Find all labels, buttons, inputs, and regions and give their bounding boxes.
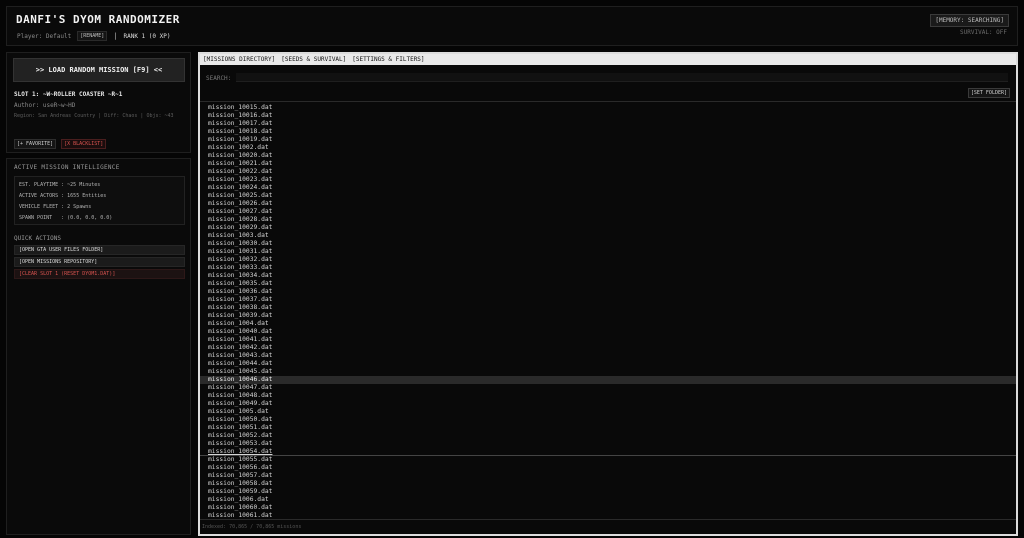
intel-panel: ACTIVE MISSION INTELLIGENCE EST. PLAYTIM… xyxy=(6,158,191,535)
mission-file-row[interactable]: mission_10029.dat xyxy=(200,224,1016,232)
index-status: Indexed: 70,865 / 70,865 missions xyxy=(200,519,1016,534)
mission-file-row[interactable]: mission_1002.dat xyxy=(200,144,1016,152)
mission-file-row[interactable]: mission_10019.dat xyxy=(200,136,1016,144)
mission-file-row[interactable]: mission_10015.dat xyxy=(200,104,1016,112)
mission-file-row[interactable]: mission_10060.dat xyxy=(200,504,1016,512)
blacklist-button[interactable]: [X BLACKLIST] xyxy=(61,139,107,149)
open-user-files-button[interactable]: [OPEN GTA USER FILES FOLDER] xyxy=(14,245,185,255)
mission-file-row[interactable]: mission_10051.dat xyxy=(200,424,1016,432)
slot-actions: [+ FAVORITE] [X BLACKLIST] xyxy=(14,139,107,149)
mission-file-row[interactable]: mission_10044.dat xyxy=(200,360,1016,368)
mission-file-row[interactable]: mission_10034.dat xyxy=(200,272,1016,280)
survival-status[interactable]: SURVIVAL: OFF xyxy=(960,29,1007,36)
slot-panel: >> LOAD RANDOM MISSION [F9] << SLOT 1: ~… xyxy=(6,52,191,153)
intel-spawn-point: SPAWN POINT : (0.0, 0.0, 0.0) xyxy=(19,215,113,221)
set-folder-button[interactable]: [SET FOLDER] xyxy=(967,88,1010,98)
mission-file-row[interactable]: mission_10039.dat xyxy=(200,312,1016,320)
player-info: Player: Default [RENAME] | RANK 1 (0 XP) xyxy=(17,31,170,41)
rank-label: RANK 1 (0 XP) xyxy=(123,32,171,40)
rename-button[interactable]: [RENAME] xyxy=(77,31,108,41)
slot-title: SLOT 1: ~W~ROLLER COASTER ~R~1 xyxy=(14,91,123,98)
memory-status-badge: [MEMORY: SEARCHING] xyxy=(930,14,1009,27)
intel-vehicles: VEHICLE FLEET : 2 Spawns xyxy=(19,204,92,210)
mission-file-row[interactable]: mission_10033.dat xyxy=(200,264,1016,272)
mission-file-row[interactable]: mission_10049.dat xyxy=(200,400,1016,408)
mission-file-row[interactable]: mission_10020.dat xyxy=(200,152,1016,160)
mission-file-row[interactable]: mission_10052.dat xyxy=(200,432,1016,440)
quick-actions-title: QUICK ACTIONS xyxy=(14,235,61,242)
search-label: SEARCH: xyxy=(206,75,232,82)
mission-file-row[interactable]: mission_10017.dat xyxy=(200,120,1016,128)
mission-file-row[interactable]: mission_10018.dat xyxy=(200,128,1016,136)
intel-box: EST. PLAYTIME : ~25 Minutes ACTIVE ACTOR… xyxy=(14,176,185,225)
mission-file-row[interactable]: mission_10059.dat xyxy=(200,488,1016,496)
slot-meta: Region: San Andreas Country | Diff: Chao… xyxy=(14,113,174,119)
open-repository-button[interactable]: [OPEN MISSIONS REPOSITORY] xyxy=(14,257,185,267)
mission-file-row[interactable]: mission_10048.dat xyxy=(200,392,1016,400)
separator: | xyxy=(113,32,118,40)
intel-playtime: EST. PLAYTIME : ~25 Minutes xyxy=(19,182,101,188)
tab-seeds-survival[interactable]: [SEEDS & SURVIVAL] xyxy=(281,56,346,63)
mission-file-row[interactable]: mission_10046.dat xyxy=(200,376,1016,384)
mission-file-row[interactable]: mission_10030.dat xyxy=(200,240,1016,248)
load-random-mission-button[interactable]: >> LOAD RANDOM MISSION [F9] << xyxy=(13,58,185,82)
clear-slot-button[interactable]: [CLEAR SLOT 1 (RESET DYOM1.DAT)] xyxy=(14,269,185,279)
mission-file-row[interactable]: mission_1003.dat xyxy=(200,232,1016,240)
mission-file-row[interactable]: mission_10050.dat xyxy=(200,416,1016,424)
search-row: SEARCH: [SET FOLDER] xyxy=(200,68,1016,102)
mission-file-row[interactable]: mission_10053.dat xyxy=(200,440,1016,448)
mission-file-row[interactable]: mission_10037.dat xyxy=(200,296,1016,304)
mission-file-row[interactable]: mission_10023.dat xyxy=(200,176,1016,184)
search-input[interactable] xyxy=(236,73,1008,82)
tab-bar: [MISSIONS DIRECTORY] [SEEDS & SURVIVAL] … xyxy=(200,54,1016,65)
mission-file-row[interactable]: mission_10027.dat xyxy=(200,208,1016,216)
mission-file-row[interactable]: mission_10042.dat xyxy=(200,344,1016,352)
mission-file-row[interactable]: mission_10056.dat xyxy=(200,464,1016,472)
mission-file-row[interactable]: mission_10026.dat xyxy=(200,200,1016,208)
intel-title: ACTIVE MISSION INTELLIGENCE xyxy=(14,164,120,171)
mission-file-row[interactable]: mission_10022.dat xyxy=(200,168,1016,176)
mission-file-row[interactable]: mission_10058.dat xyxy=(200,480,1016,488)
player-label: Player: Default xyxy=(17,32,72,40)
mission-file-row[interactable]: mission_10016.dat xyxy=(200,112,1016,120)
mission-file-row[interactable]: mission_10036.dat xyxy=(200,288,1016,296)
mission-file-row[interactable]: mission_10025.dat xyxy=(200,192,1016,200)
app-header: DANFI'S DYOM RANDOMIZER Player: Default … xyxy=(6,6,1018,46)
mission-file-row[interactable]: mission_10055.dat xyxy=(200,456,1016,464)
tab-missions-directory[interactable]: [MISSIONS DIRECTORY] xyxy=(203,56,275,63)
mission-file-row[interactable]: mission_10031.dat xyxy=(200,248,1016,256)
quick-actions-list: [OPEN GTA USER FILES FOLDER] [OPEN MISSI… xyxy=(14,245,185,281)
mission-file-row[interactable]: mission_10024.dat xyxy=(200,184,1016,192)
mission-file-row[interactable]: mission_10038.dat xyxy=(200,304,1016,312)
mission-file-row[interactable]: mission_10057.dat xyxy=(200,472,1016,480)
mission-file-row[interactable]: mission_10047.dat xyxy=(200,384,1016,392)
mission-file-row[interactable]: mission_1004.dat xyxy=(200,320,1016,328)
mission-file-row[interactable]: mission_10054.dat xyxy=(200,448,1016,456)
mission-file-row[interactable]: mission_1006.dat xyxy=(200,496,1016,504)
mission-file-row[interactable]: mission_10045.dat xyxy=(200,368,1016,376)
mission-file-row[interactable]: mission_10032.dat xyxy=(200,256,1016,264)
mission-file-row[interactable]: mission_10061.dat xyxy=(200,512,1016,518)
mission-file-row[interactable]: mission_10035.dat xyxy=(200,280,1016,288)
mission-file-list[interactable]: mission_10015.dat mission_10016.dat missio… xyxy=(200,104,1016,518)
mission-file-row[interactable]: mission_10041.dat xyxy=(200,336,1016,344)
mission-file-row[interactable]: mission_10043.dat xyxy=(200,352,1016,360)
mission-file-row[interactable]: mission_10040.dat xyxy=(200,328,1016,336)
app-title: DANFI'S DYOM RANDOMIZER xyxy=(16,13,180,26)
mission-file-row[interactable]: mission_10021.dat xyxy=(200,160,1016,168)
mission-browser: [MISSIONS DIRECTORY] [SEEDS & SURVIVAL] … xyxy=(198,52,1018,536)
tab-settings-filters[interactable]: [SETTINGS & FILTERS] xyxy=(352,56,424,63)
mission-file-row[interactable]: mission_1005.dat xyxy=(200,408,1016,416)
intel-actors: ACTIVE ACTORS : 1655 Entities xyxy=(19,193,107,199)
slot-author: Author: useR~w~HD xyxy=(14,102,76,109)
favorite-button[interactable]: [+ FAVORITE] xyxy=(14,139,57,149)
mission-file-row[interactable]: mission_10028.dat xyxy=(200,216,1016,224)
